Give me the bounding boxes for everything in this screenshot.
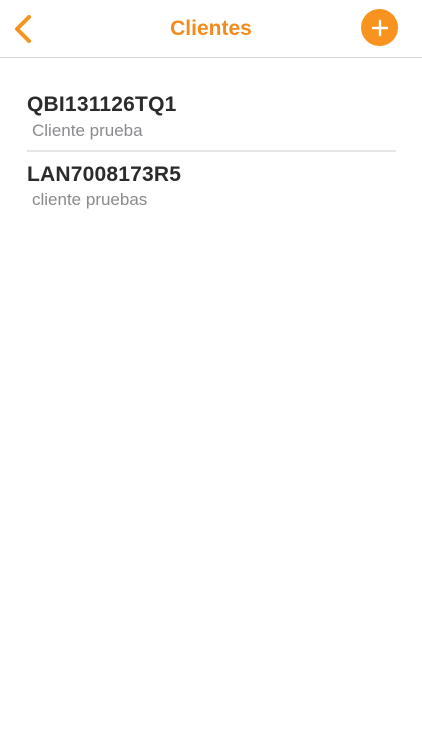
client-id: LAN7008173R5 bbox=[27, 163, 182, 186]
client-description: cliente pruebas bbox=[32, 190, 148, 209]
navigation-bar: Clientes bbox=[0, 0, 422, 58]
clients-list: QBI131126TQ1 Cliente prueba LAN7008173R5… bbox=[0, 59, 422, 222]
client-description: Cliente prueba bbox=[32, 121, 143, 140]
client-id: QBI131126TQ1 bbox=[27, 93, 177, 116]
list-item[interactable]: QBI131126TQ1 Cliente prueba bbox=[27, 59, 396, 152]
plus-icon bbox=[371, 19, 388, 36]
add-client-button[interactable] bbox=[361, 9, 398, 46]
page-title: Clientes bbox=[170, 17, 252, 40]
list-item[interactable]: LAN7008173R5 cliente pruebas bbox=[27, 152, 396, 222]
